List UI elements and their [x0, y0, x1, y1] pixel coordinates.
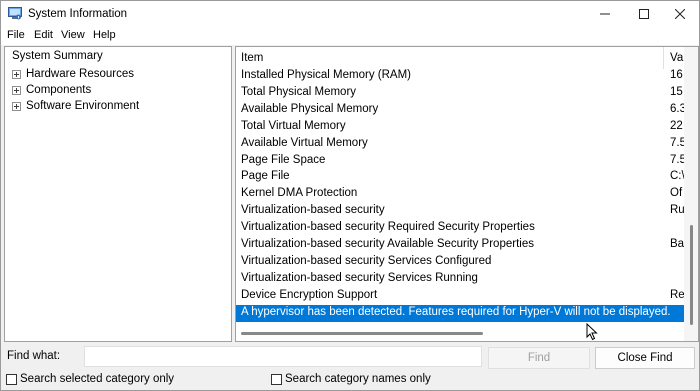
table-row[interactable]: Available Physical Memory 6.3	[236, 102, 684, 119]
menu-file[interactable]: File	[7, 29, 25, 41]
row-item-value: Ba	[670, 238, 684, 250]
row-item-name: Available Virtual Memory	[241, 136, 368, 149]
expand-icon[interactable]	[12, 101, 21, 111]
close-icon	[675, 9, 685, 19]
column-header-item[interactable]: Item	[236, 47, 664, 69]
row-item-name: Virtualization-based security Required S…	[241, 221, 535, 234]
row-item-value: 6.3	[670, 102, 684, 115]
maximize-button[interactable]	[625, 1, 663, 27]
find-what-input[interactable]	[84, 346, 482, 367]
row-item-value: 16	[670, 69, 683, 81]
row-item-value: 7.5	[670, 153, 684, 166]
maximize-icon	[639, 9, 649, 19]
search-category-names-checkbox[interactable]: Search category names only	[271, 373, 431, 385]
checkbox-label: Search category names only	[285, 373, 431, 385]
table-row[interactable]: Kernel DMA Protection Of	[236, 186, 684, 203]
expand-icon[interactable]	[12, 69, 21, 79]
table-row[interactable]: Virtualization-based security Available …	[236, 237, 684, 254]
row-item-name: A hypervisor has been detected. Features…	[241, 305, 671, 318]
row-item-value: 15	[670, 85, 683, 98]
table-row[interactable]: Page File C:\	[236, 169, 684, 186]
row-item-name: Virtualization-based security Available …	[241, 238, 534, 250]
category-tree: System Summary Hardware Resources Compon…	[4, 46, 232, 342]
system-information-icon	[8, 7, 22, 20]
tree-item-label: Software Environment	[26, 100, 140, 112]
table-row[interactable]: A hypervisor has been detected. Features…	[236, 304, 684, 322]
row-item-name: Page File	[241, 170, 290, 183]
checkbox-box[interactable]	[271, 373, 282, 385]
system-information-window: System Information File Edit View Help S…	[0, 0, 700, 391]
table-row[interactable]: Device Encryption Support Re	[236, 288, 684, 305]
mouse-pointer-icon	[586, 323, 598, 341]
table-row[interactable]: Virtualization-based security Services R…	[236, 271, 684, 288]
find-what-label: Find what:	[7, 350, 61, 362]
row-item-name: Virtualization-based security Services R…	[241, 271, 478, 284]
menu-bar: File Edit View Help	[1, 27, 699, 45]
search-selected-category-checkbox[interactable]: Search selected category only	[6, 373, 174, 385]
menu-edit[interactable]: Edit	[34, 29, 53, 41]
menu-view[interactable]: View	[61, 29, 85, 41]
row-item-value: 7.5	[670, 136, 684, 149]
tree-item-label: Hardware Resources	[26, 68, 135, 80]
window-title: System Information	[28, 8, 128, 20]
minimize-icon	[600, 13, 610, 15]
tree-item-label: Components	[26, 84, 92, 96]
close-find-button[interactable]: Close Find	[595, 347, 695, 369]
horizontal-scrollbar[interactable]	[236, 327, 684, 341]
tree-item-components[interactable]: Components	[12, 83, 91, 97]
row-item-value: Re	[670, 288, 684, 301]
table-row[interactable]: Page File Space 7.5	[236, 153, 684, 170]
table-row[interactable]: Total Virtual Memory 22	[236, 119, 684, 136]
close-button[interactable]	[661, 1, 699, 27]
tree-item-software-environment[interactable]: Software Environment	[12, 99, 139, 113]
row-item-name: Total Physical Memory	[241, 85, 357, 98]
row-item-name: Virtualization-based security	[241, 204, 385, 217]
table-row[interactable]: Total Physical Memory 15	[236, 85, 684, 102]
table-row[interactable]: Installed Physical Memory (RAM) 16	[236, 68, 684, 85]
menu-help[interactable]: Help	[93, 29, 116, 41]
table-row[interactable]: Virtualization-based security Required S…	[236, 220, 684, 237]
table-row[interactable]: Virtualization-based security Services C…	[236, 254, 684, 271]
expand-icon[interactable]	[12, 85, 21, 95]
tree-item-hardware-resources[interactable]: Hardware Resources	[12, 67, 134, 81]
details-list: Item Va Installed Physical Memory (RAM) 1…	[235, 46, 699, 342]
vertical-scrollbar[interactable]	[684, 47, 698, 341]
row-item-name: Page File Space	[241, 153, 326, 166]
row-item-value: Of	[670, 187, 683, 200]
minimize-button[interactable]	[586, 1, 624, 27]
row-item-name: Available Physical Memory	[241, 102, 379, 115]
row-item-name: Installed Physical Memory (RAM)	[241, 69, 411, 81]
find-button[interactable]: Find	[488, 347, 590, 369]
tree-item-system-summary[interactable]: System Summary	[11, 50, 104, 62]
checkbox-label: Search selected category only	[20, 373, 175, 385]
row-item-value: Ru	[670, 204, 684, 217]
title-bar: System Information	[1, 1, 699, 27]
row-item-name: Kernel DMA Protection	[241, 187, 358, 200]
horizontal-scroll-thumb[interactable]	[241, 332, 483, 335]
table-row[interactable]: Virtualization-based security Ru	[236, 203, 684, 220]
row-item-name: Device Encryption Support	[241, 288, 378, 301]
row-item-name: Virtualization-based security Services C…	[241, 254, 492, 267]
vertical-scroll-thumb[interactable]	[690, 225, 693, 325]
row-item-name: Total Virtual Memory	[241, 119, 346, 132]
checkbox-box[interactable]	[6, 373, 17, 385]
row-item-value: 22	[670, 119, 683, 132]
row-item-value: C:\	[670, 170, 684, 183]
table-row[interactable]: Available Virtual Memory 7.5	[236, 136, 684, 153]
